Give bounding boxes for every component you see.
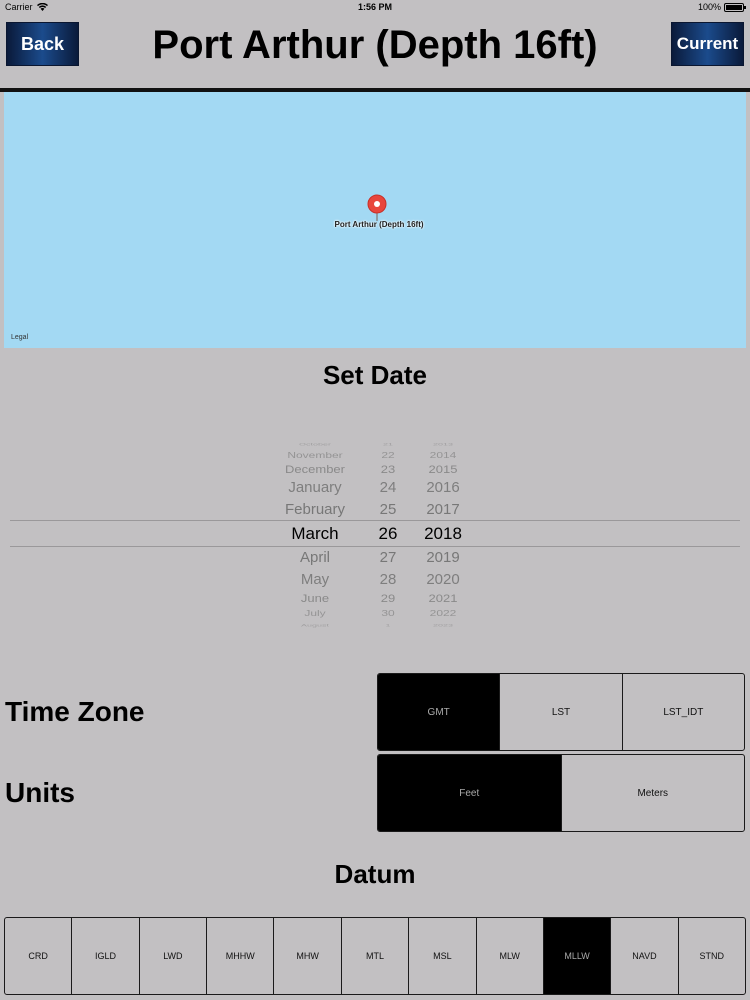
datum-option-igld[interactable]: IGLD xyxy=(71,918,138,994)
picker-selection-bottom-line xyxy=(10,546,740,547)
picker-day: 28 xyxy=(379,571,397,588)
picker-month: August xyxy=(300,623,330,628)
datum-title: Datum xyxy=(334,859,416,889)
datum-option-stnd[interactable]: STND xyxy=(677,918,745,994)
picker-day-selected: 26 xyxy=(378,524,398,543)
picker-day: 30 xyxy=(381,608,395,619)
picker-month: October xyxy=(298,442,331,447)
picker-month: June xyxy=(300,591,330,605)
picker-year: 2017 xyxy=(426,501,460,518)
page-title: Port Arthur (Depth 16ft) xyxy=(152,23,598,67)
battery-indicator: 100% xyxy=(697,2,746,12)
units-option-feet[interactable]: Feet xyxy=(378,755,561,831)
picker-row[interactable]: August 1 2023 xyxy=(0,623,750,633)
picker-month: May xyxy=(300,571,330,588)
map-pin-icon[interactable] xyxy=(366,194,388,222)
picker-day: 29 xyxy=(380,591,396,605)
time-zone-segmented-control: GMT LST LST_IDT xyxy=(377,673,745,751)
datum-option-mlw[interactable]: MLW xyxy=(475,918,543,994)
picker-year: 2020 xyxy=(426,571,460,588)
picker-day: 1 xyxy=(385,623,391,628)
time-zone-option-lst-idt[interactable]: LST_IDT xyxy=(621,674,744,750)
datum-option-navd[interactable]: NAVD xyxy=(610,918,677,994)
time-zone-option-lst[interactable]: LST xyxy=(499,674,621,750)
date-picker[interactable]: October 21 2013 November 22 2014 Decembe… xyxy=(0,432,750,632)
picker-year: 2021 xyxy=(428,591,458,605)
datum-segmented-control: CRD IGLD LWD MHHW MHW MTL MSL MLW MLLW N… xyxy=(4,917,746,995)
current-button[interactable]: Current xyxy=(671,22,744,66)
picker-year-selected: 2018 xyxy=(424,524,462,543)
status-bar: Carrier 1:56 PM 100% xyxy=(0,0,750,16)
picker-year: 2016 xyxy=(426,479,460,496)
datum-option-mhhw[interactable]: MHHW xyxy=(206,918,273,994)
map-legal-link[interactable]: Legal xyxy=(11,334,28,341)
datum-option-lwd[interactable]: LWD xyxy=(138,918,206,994)
datum-option-mhw[interactable]: MHW xyxy=(273,918,340,994)
picker-row[interactable]: April 27 2019 xyxy=(0,549,750,571)
picker-month: November xyxy=(287,450,343,461)
picker-day: 27 xyxy=(379,549,397,566)
map-pin-label: Port Arthur (Depth 16ft) xyxy=(334,220,424,229)
picker-row[interactable]: July 30 2022 xyxy=(0,608,750,623)
time-zone-option-gmt[interactable]: GMT xyxy=(378,674,500,750)
picker-month: April xyxy=(299,549,330,566)
set-date-title: Set Date xyxy=(322,360,428,390)
datum-option-mllw[interactable]: MLLW xyxy=(542,918,611,994)
time-zone-label: Time Zone xyxy=(5,696,145,727)
picker-year: 2023 xyxy=(432,623,454,628)
back-button[interactable]: Back xyxy=(6,22,79,66)
map-view[interactable]: Port Arthur (Depth 16ft) Legal xyxy=(4,92,746,348)
picker-month-selected: March xyxy=(291,524,339,543)
picker-day: 22 xyxy=(381,450,395,461)
picker-year: 2022 xyxy=(429,608,457,619)
picker-row[interactable]: January 24 2016 xyxy=(0,479,750,501)
picker-year: 2014 xyxy=(429,450,457,461)
picker-month: January xyxy=(288,479,342,496)
picker-month: February xyxy=(284,501,346,518)
units-segmented-control: Feet Meters xyxy=(377,754,745,832)
picker-day: 25 xyxy=(379,501,397,518)
battery-icon xyxy=(724,2,746,12)
picker-day: 23 xyxy=(380,462,396,476)
picker-row[interactable]: February 25 2017 xyxy=(0,501,750,523)
datum-option-crd[interactable]: CRD xyxy=(5,918,71,994)
datum-option-mtl[interactable]: MTL xyxy=(340,918,408,994)
status-time: 1:56 PM xyxy=(357,2,392,12)
picker-year: 2019 xyxy=(426,549,460,566)
picker-month: December xyxy=(285,462,345,476)
units-label: Units xyxy=(5,777,75,808)
battery-percent: 100% xyxy=(697,2,721,12)
picker-day: 21 xyxy=(382,442,393,447)
picker-year: 2015 xyxy=(428,462,458,476)
picker-day: 24 xyxy=(379,479,397,496)
picker-year: 2013 xyxy=(432,442,454,447)
picker-row[interactable]: May 28 2020 xyxy=(0,571,750,593)
picker-row-selected[interactable]: March 26 2018 xyxy=(0,524,750,546)
datum-option-msl[interactable]: MSL xyxy=(408,918,475,994)
navigation-bar: Back Port Arthur (Depth 16ft) Current xyxy=(0,16,750,88)
picker-month: July xyxy=(304,608,326,619)
units-option-meters[interactable]: Meters xyxy=(560,755,745,831)
